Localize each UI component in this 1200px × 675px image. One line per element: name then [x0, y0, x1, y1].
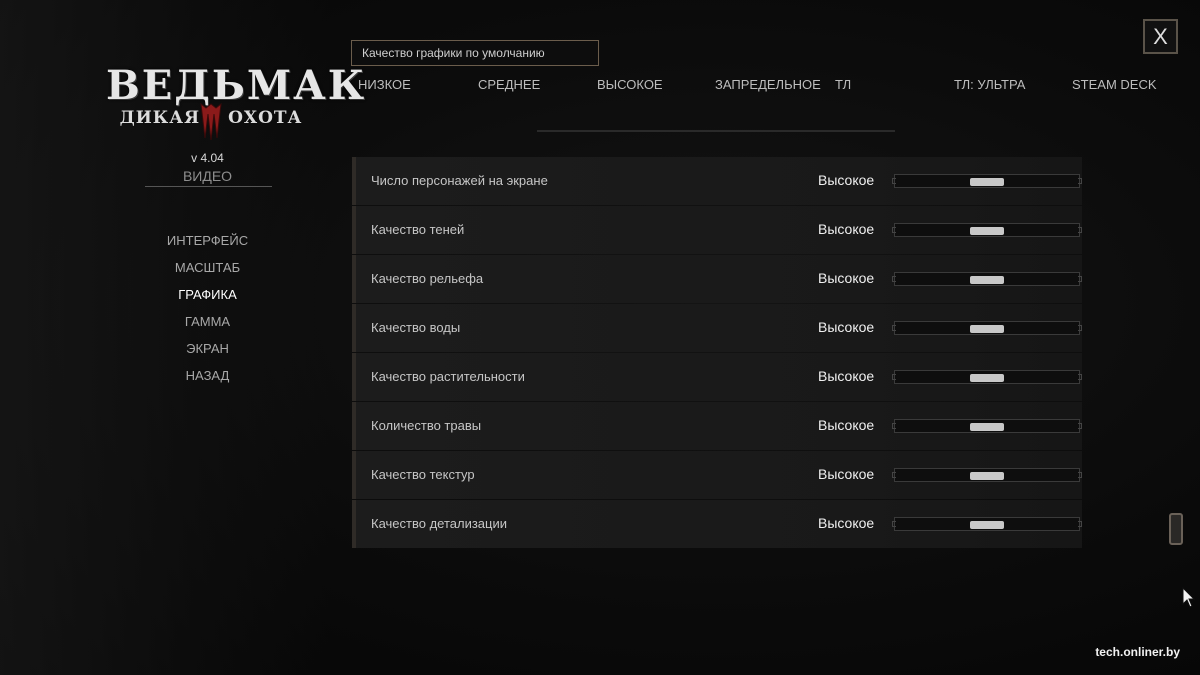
cursor-arrow-icon	[1182, 587, 1196, 608]
close-icon: X	[1153, 24, 1168, 49]
setting-slider[interactable]	[892, 370, 1082, 384]
setting-row-shadows: Качество теней Высокое	[352, 206, 1082, 254]
slider-knob[interactable]	[970, 423, 1004, 431]
setting-label: Качество воды	[371, 320, 461, 335]
section-title: ВИДЕО	[182, 168, 233, 184]
setting-row-terrain: Качество рельефа Высокое	[352, 255, 1082, 303]
settings-nav: ИНТЕРФЕЙС МАСШТАБ ГРАФИКА ГАММА ЭКРАН НА…	[140, 231, 275, 393]
nav-item-graphics[interactable]: ГРАФИКА	[140, 285, 275, 312]
preset-options: НИЗКОЕ СРЕДНЕЕ ВЫСОКОЕ ЗАПРЕДЕЛЬНОЕ ТЛ Т…	[358, 77, 1158, 97]
preset-tl-ultra[interactable]: ТЛ: УЛЬТРА	[954, 77, 1025, 92]
setting-row-grass: Количество травы Высокое	[352, 402, 1082, 450]
nav-item-screen[interactable]: ЭКРАН	[140, 339, 275, 366]
slider-knob[interactable]	[970, 521, 1004, 529]
preset-medium[interactable]: СРЕДНЕЕ	[478, 77, 540, 92]
setting-value: Высокое	[818, 270, 875, 286]
slider-knob[interactable]	[970, 374, 1004, 382]
watermark: tech.onliner.by	[1095, 645, 1180, 659]
setting-slider[interactable]	[892, 468, 1082, 482]
setting-value: Высокое	[818, 221, 875, 237]
setting-slider[interactable]	[892, 517, 1082, 531]
setting-value: Высокое	[818, 319, 875, 335]
setting-value: Высокое	[818, 172, 875, 188]
scrollbar-thumb[interactable]	[1169, 513, 1183, 545]
section-divider	[145, 186, 272, 187]
preset-high[interactable]: ВЫСОКОЕ	[597, 77, 663, 92]
preset-ultra[interactable]: ЗАПРЕДЕЛЬНОЕ	[715, 77, 821, 92]
setting-row-characters: Число персонажей на экране Высокое	[352, 157, 1082, 205]
setting-label: Качество детализации	[371, 516, 508, 531]
logo-subtitle-left: ДИКАЯ	[119, 108, 201, 128]
setting-slider[interactable]	[892, 272, 1082, 286]
setting-row-textures: Качество текстур Высокое	[352, 451, 1082, 499]
graphics-preset-selector[interactable]: Качество графики по умолчанию	[351, 40, 599, 66]
nav-item-gamma[interactable]: ГАММА	[140, 312, 275, 339]
close-button[interactable]: X	[1143, 19, 1178, 54]
setting-row-detail: Качество детализации Высокое	[352, 500, 1082, 548]
setting-label: Качество растительности	[371, 369, 525, 384]
setting-label: Качество рельефа	[371, 271, 484, 286]
nav-item-interface[interactable]: ИНТЕРФЕЙС	[140, 231, 275, 258]
slider-knob[interactable]	[970, 276, 1004, 284]
setting-slider[interactable]	[892, 174, 1082, 188]
preset-track	[537, 130, 895, 132]
slider-knob[interactable]	[970, 178, 1004, 186]
slider-knob[interactable]	[970, 227, 1004, 235]
nav-item-scale[interactable]: МАСШТАБ	[140, 258, 275, 285]
graphics-settings-list: Число персонажей на экране Высокое Качес…	[352, 157, 1082, 549]
setting-label: Качество текстур	[371, 467, 475, 482]
setting-label: Количество травы	[371, 418, 482, 433]
setting-row-water: Качество воды Высокое	[352, 304, 1082, 352]
setting-slider[interactable]	[892, 321, 1082, 335]
logo-subtitle-right: ОХОТА	[228, 108, 303, 128]
slider-knob[interactable]	[970, 472, 1004, 480]
setting-value: Высокое	[818, 417, 875, 433]
setting-label: Качество теней	[371, 222, 465, 237]
setting-slider[interactable]	[892, 223, 1082, 237]
preset-steam-deck[interactable]: STEAM DECK	[1072, 77, 1157, 92]
setting-value: Высокое	[818, 368, 875, 384]
setting-value: Высокое	[818, 515, 875, 531]
nav-item-back[interactable]: НАЗАД	[140, 366, 275, 393]
setting-label: Число персонажей на экране	[371, 173, 548, 188]
game-logo: ВЕДЬМАК ДИКАЯ ОХОТА	[100, 62, 364, 142]
preset-low[interactable]: НИЗКОЕ	[358, 77, 411, 92]
preset-tl[interactable]: ТЛ	[835, 77, 851, 92]
setting-value: Высокое	[818, 466, 875, 482]
setting-slider[interactable]	[892, 419, 1082, 433]
slider-knob[interactable]	[970, 325, 1004, 333]
setting-row-foliage: Качество растительности Высокое	[352, 353, 1082, 401]
game-version: v 4.04	[191, 151, 224, 165]
witcher-claw-icon	[200, 102, 222, 141]
